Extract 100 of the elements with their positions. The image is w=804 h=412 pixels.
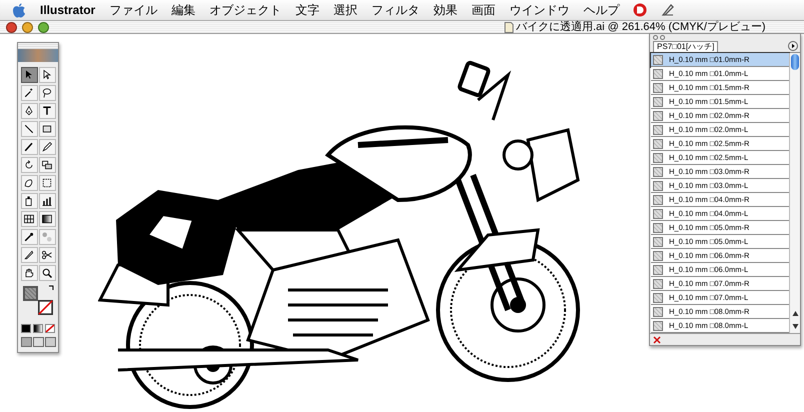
tool-button[interactable]: [20, 103, 38, 119]
hatch-swatch: [653, 152, 663, 163]
free-transform-icon: [41, 177, 53, 189]
document-icon: [504, 22, 514, 32]
tool-button[interactable]: [38, 121, 56, 137]
hatch-swatch: [653, 278, 663, 289]
lasso-icon: [41, 87, 53, 99]
tool-button[interactable]: [20, 85, 38, 101]
minimize-button[interactable]: [22, 22, 33, 32]
painting-placeholder: [18, 49, 58, 62]
pencil-icon: [41, 141, 53, 153]
hatch-swatch: [653, 292, 663, 303]
scale-icon: [41, 159, 53, 171]
hatch-swatch: [653, 68, 663, 79]
tool-button[interactable]: [38, 157, 56, 173]
tool-button[interactable]: [20, 229, 38, 245]
direct-selection-arrow-icon: [41, 69, 53, 81]
bar-graph-icon: [41, 195, 53, 207]
mesh-icon: [23, 213, 35, 225]
tool-button[interactable]: [38, 193, 56, 209]
tool-button[interactable]: [38, 67, 56, 83]
menu-item[interactable]: 選択: [333, 1, 358, 19]
menu-item[interactable]: ファイル: [109, 1, 158, 19]
tool-button[interactable]: [20, 193, 38, 209]
tool-button[interactable]: [38, 175, 56, 191]
gradient-button[interactable]: [33, 324, 43, 333]
hatch-swatch: [653, 82, 663, 93]
tool-button[interactable]: [20, 211, 38, 227]
tool-button[interactable]: [20, 175, 38, 191]
tool-button[interactable]: [38, 139, 56, 155]
tool-button[interactable]: [20, 121, 38, 137]
tool-button[interactable]: [20, 157, 38, 173]
menu-item[interactable]: フィルタ: [371, 1, 420, 19]
hatch-swatch: [653, 54, 663, 65]
stroke-none-swatch[interactable]: [38, 300, 53, 315]
hatch-swatch: [653, 222, 663, 233]
tool-button[interactable]: [38, 85, 56, 101]
zoom-button[interactable]: [38, 22, 49, 32]
hatch-swatch: [653, 306, 663, 317]
hatch-swatch: [653, 138, 663, 149]
hatch-swatch: [653, 124, 663, 135]
hatch-swatch: [653, 264, 663, 275]
window-title: バイクに透適用.ai @ 261.64% (CMYK/プレビュー): [516, 21, 766, 33]
blend-icon: [41, 231, 53, 243]
hatch-swatch: [653, 250, 663, 261]
color-button[interactable]: [21, 324, 31, 333]
round-d-logo-icon[interactable]: [633, 3, 648, 17]
scroll-bar[interactable]: [789, 53, 800, 334]
slice-knife-icon: [23, 249, 35, 261]
menu-item[interactable]: 編集: [171, 1, 196, 19]
menu-item[interactable]: 文字: [295, 1, 320, 19]
tool-button[interactable]: [20, 265, 38, 281]
menu-item[interactable]: 画面: [471, 1, 496, 19]
paintbrush-icon: [23, 141, 35, 153]
scissors-icon: [41, 249, 53, 261]
tool-button[interactable]: [38, 247, 56, 263]
close-button[interactable]: [6, 22, 17, 32]
type-icon: [41, 105, 53, 117]
panel-menu-icon[interactable]: [788, 41, 798, 52]
eyedropper-icon: [23, 231, 35, 243]
menu-item[interactable]: ウインドウ: [509, 1, 570, 19]
screen-mode-button[interactable]: [44, 337, 56, 347]
tool-button[interactable]: [38, 103, 56, 119]
none-swatch-icon[interactable]: [653, 336, 661, 344]
menu-item[interactable]: 効果: [433, 1, 458, 19]
tool-button[interactable]: [20, 67, 38, 83]
menu-item[interactable]: ヘルプ: [583, 1, 620, 19]
scroll-up-arrow-icon[interactable]: [792, 310, 798, 318]
magic-wand-icon: [23, 87, 35, 99]
hatch-swatch: [653, 236, 663, 247]
hatch-swatch: [653, 180, 663, 191]
none-button[interactable]: [45, 324, 55, 333]
panel-close-button[interactable]: [653, 34, 658, 40]
tool-button[interactable]: [38, 265, 56, 281]
screen-mode-button[interactable]: [20, 337, 32, 347]
fill-swatch[interactable]: [23, 286, 38, 301]
gradient-icon: [41, 213, 53, 225]
tool-button[interactable]: [20, 139, 38, 155]
menu-item[interactable]: オブジェクト: [209, 1, 282, 19]
hatch-swatch: [653, 320, 663, 331]
apple-icon[interactable]: [12, 2, 26, 18]
hatch-swatch: [653, 194, 663, 205]
tool-button[interactable]: [38, 211, 56, 227]
hatch-swatch: [653, 166, 663, 177]
hatch-swatch: [653, 208, 663, 219]
rectangle-icon: [41, 123, 53, 135]
pen-nib-icon[interactable]: [661, 3, 676, 17]
hand-icon: [23, 267, 35, 279]
screen-mode-button[interactable]: [32, 337, 44, 347]
hatch-swatch: [653, 96, 663, 107]
scroll-down-arrow-icon[interactable]: [792, 323, 798, 330]
app-menu[interactable]: Illustrator: [40, 1, 96, 19]
pen-nib-icon: [23, 105, 35, 117]
rotate-icon: [23, 159, 35, 171]
panel-tab[interactable]: PS7□01[ハッチ]: [653, 41, 718, 52]
hatch-swatch: [653, 110, 663, 121]
zoom-icon: [41, 267, 53, 279]
panel-collapse-button[interactable]: [660, 34, 665, 40]
tool-button[interactable]: [20, 247, 38, 263]
scroll-thumb[interactable]: [791, 54, 799, 70]
